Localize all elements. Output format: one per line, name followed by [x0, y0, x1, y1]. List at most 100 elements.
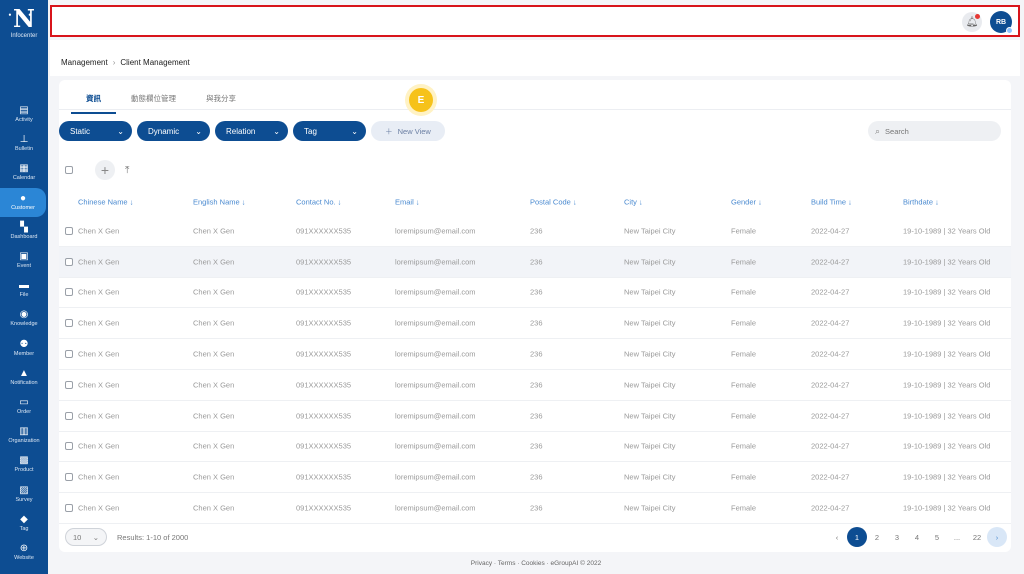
table-row[interactable]: Chen X Gen Chen X Gen 091XXXXXX535 loremips…	[59, 278, 1011, 309]
sidebar-item-label: Notification	[10, 379, 38, 386]
notification-bell-button[interactable]: 🔔︎	[962, 12, 982, 32]
column-header[interactable]: Birthdate ↓	[903, 198, 939, 207]
table-cell: 19-10-1989 | 32 Years Old	[903, 349, 991, 359]
add-row-button[interactable]: +	[95, 160, 115, 180]
chevron-down-icon: ⌄	[351, 126, 358, 136]
sidebar-item-customer[interactable]: ● Customer	[0, 187, 46, 217]
table-cell: 091XXXXXX535	[296, 257, 352, 267]
table-cell: 236	[530, 287, 543, 297]
table-cell: loremipsum@email.com	[395, 318, 476, 328]
table-row[interactable]: Chen X Gen Chen X Gen 091XXXXXX535 loremips…	[59, 493, 1011, 524]
sidebar-item-member[interactable]: ⚉ Member	[0, 334, 48, 363]
table-cell: New Taipei City	[624, 441, 676, 451]
sidebar-item-notification[interactable]: ▲ Notification	[0, 363, 48, 392]
table-cell: 236	[530, 318, 543, 328]
search-input[interactable]	[885, 126, 986, 136]
column-header[interactable]: City ↓	[624, 198, 643, 207]
row-checkbox[interactable]	[65, 504, 73, 513]
table-cell: loremipsum@email.com	[395, 257, 476, 267]
bell-icon: ▲	[19, 367, 29, 379]
sidebar-item-dashboard[interactable]: ▚ Dashboard	[0, 217, 48, 246]
row-checkbox[interactable]	[65, 442, 73, 451]
sidebar-item-bulletin[interactable]: ⊥ Bulletin	[0, 129, 48, 158]
column-header[interactable]: English Name ↓	[193, 198, 246, 207]
breadcrumb: Management › Client Management	[61, 58, 190, 67]
table-cell: 2022-04-27	[811, 411, 850, 421]
page-button[interactable]: 1	[847, 527, 867, 547]
sidebar-item-product[interactable]: ▩ Product	[0, 450, 48, 479]
user-avatar[interactable]: RB	[990, 11, 1013, 34]
sidebar-item-activity[interactable]: ▤ Activity	[0, 100, 48, 129]
logo[interactable]: • • • N Infocenter	[0, 6, 48, 40]
table-cell: 236	[530, 503, 543, 513]
tab-1[interactable]: 動態欄位管理	[116, 88, 191, 114]
table-cell: 19-10-1989 | 32 Years Old	[903, 380, 991, 390]
table-cell: 2022-04-27	[811, 380, 850, 390]
tab-bar: 資訊 動態欄位管理 與我分享	[71, 88, 251, 114]
table-row[interactable]: Chen X Gen Chen X Gen 091XXXXXX535 loremips…	[59, 339, 1011, 370]
column-header[interactable]: Email ↓	[395, 198, 420, 207]
table-row[interactable]: Chen X Gen Chen X Gen 091XXXXXX535 loremips…	[59, 246, 1011, 278]
next-page-button[interactable]: ›	[987, 527, 1007, 547]
row-checkbox[interactable]	[65, 473, 73, 482]
column-header[interactable]: Build Time ↓	[811, 198, 852, 207]
page-button[interactable]: 4	[907, 527, 927, 547]
table-cell: Chen X Gen	[78, 472, 120, 482]
tab-2[interactable]: 與我分享	[191, 88, 251, 114]
table-cell: loremipsum@email.com	[395, 503, 476, 513]
sidebar-item-calendar[interactable]: ▦ Calendar	[0, 158, 48, 187]
table-cell: Chen X Gen	[78, 411, 120, 421]
row-checkbox[interactable]	[65, 257, 73, 266]
plus-icon: ＋	[385, 126, 393, 136]
select-all-checkbox[interactable]	[65, 166, 73, 174]
sidebar-item-label: Customer	[11, 204, 35, 211]
sidebar-item-event[interactable]: ▣ Event	[0, 246, 48, 275]
column-header[interactable]: Gender ↓	[731, 198, 762, 207]
row-checkbox[interactable]	[65, 319, 73, 328]
sidebar-item-order[interactable]: ▭ Order	[0, 392, 48, 421]
table-cell: loremipsum@email.com	[395, 441, 476, 451]
table-cell: New Taipei City	[624, 503, 676, 513]
row-checkbox[interactable]	[65, 350, 73, 359]
page-button[interactable]: 5	[927, 527, 947, 547]
page-button[interactable]: 3	[887, 527, 907, 547]
e-badge[interactable]: E	[409, 88, 433, 112]
table-row[interactable]: Chen X Gen Chen X Gen 091XXXXXX535 loremips…	[59, 308, 1011, 340]
breadcrumb-parent[interactable]: Management	[61, 58, 108, 67]
table-row[interactable]: Chen X Gen Chen X Gen 091XXXXXX535 loremips…	[59, 432, 1011, 463]
upload-button[interactable]: ⤒	[125, 165, 129, 176]
table-row[interactable]: Chen X Gen Chen X Gen 091XXXXXX535 loremips…	[59, 216, 1011, 247]
logo-text: Infocenter	[10, 33, 38, 39]
filter-dynamic-dropdown[interactable]: Dynamic ⌄	[137, 121, 210, 141]
table-toolbar: + ⤒	[65, 160, 129, 180]
page-size-select[interactable]: 10 ⌄	[65, 528, 107, 546]
sidebar-item-tag[interactable]: ◆ Tag	[0, 509, 48, 538]
tag-icon: ◆	[20, 513, 28, 525]
column-header[interactable]: Contact No. ↓	[296, 198, 341, 207]
tab-0[interactable]: 資訊	[71, 88, 116, 114]
row-checkbox[interactable]	[65, 288, 73, 297]
new-view-button[interactable]: ＋ New View	[371, 121, 445, 141]
sidebar-item-organization[interactable]: ▥ Organization	[0, 421, 48, 450]
column-header[interactable]: Postal Code ↓	[530, 198, 577, 207]
row-checkbox[interactable]	[65, 411, 73, 420]
table-cell: 236	[530, 472, 543, 482]
filter-static-dropdown[interactable]: Static ⌄	[59, 121, 132, 141]
sidebar-item-file[interactable]: ▬ File	[0, 275, 48, 304]
table-row[interactable]: Chen X Gen Chen X Gen 091XXXXXX535 loremips…	[59, 370, 1011, 401]
prev-page-button[interactable]: ‹	[827, 527, 847, 547]
row-checkbox[interactable]	[65, 380, 73, 389]
table-cell: Chen X Gen	[193, 411, 235, 421]
table-row[interactable]: Chen X Gen Chen X Gen 091XXXXXX535 loremips…	[59, 462, 1011, 494]
page-button[interactable]: 2	[867, 527, 887, 547]
sidebar-item-knowledge[interactable]: ◉ Knowledge	[0, 304, 48, 333]
page-button[interactable]: 22	[967, 527, 987, 547]
row-checkbox[interactable]	[65, 226, 73, 235]
table-cell: loremipsum@email.com	[395, 226, 476, 236]
sidebar-item-survey[interactable]: ▨ Survey	[0, 479, 48, 508]
filter-tag-dropdown[interactable]: Tag ⌄	[293, 121, 366, 141]
table-row[interactable]: Chen X Gen Chen X Gen 091XXXXXX535 loremips…	[59, 401, 1011, 432]
filter-relation-dropdown[interactable]: Relation ⌄	[215, 121, 288, 141]
column-header[interactable]: Chinese Name ↓	[78, 198, 133, 207]
sidebar-item-label: Calendar	[12, 175, 36, 182]
